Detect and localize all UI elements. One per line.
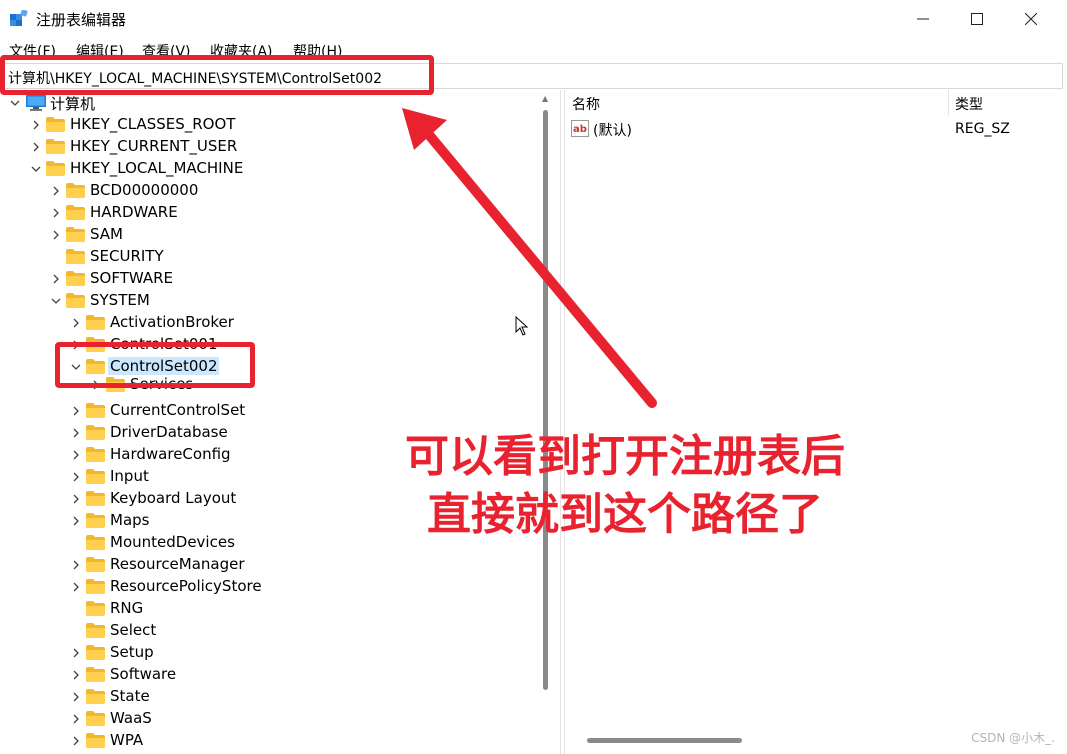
annotation-text: 可以看到打开注册表后 直接就到这个路径了 xyxy=(330,428,920,544)
watermark: CSDN @小木_. xyxy=(971,731,1055,745)
annotation-line-1: 可以看到打开注册表后 xyxy=(405,431,845,482)
annotation-arrow xyxy=(402,108,657,408)
mouse-cursor-icon xyxy=(515,316,529,336)
annotation-line-2: 直接就到这个路径了 xyxy=(427,489,823,540)
